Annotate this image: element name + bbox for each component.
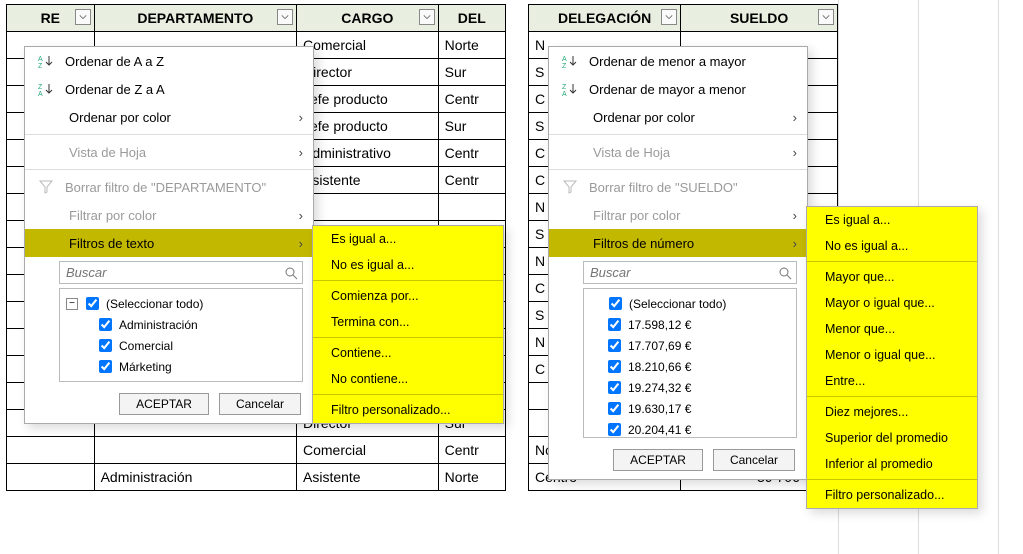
col-header: RE	[41, 10, 60, 26]
filter-custom[interactable]: Filtro personalizado...	[807, 482, 977, 508]
ok-button[interactable]: ACEPTAR	[119, 393, 209, 415]
filter-search[interactable]	[583, 261, 797, 284]
filter-greater-eq[interactable]: Mayor o igual que...	[807, 290, 977, 316]
filter-dropdown-icon[interactable]	[75, 9, 91, 25]
cancel-button[interactable]: Cancelar	[713, 449, 795, 471]
filter-dropdown-icon[interactable]	[661, 9, 677, 25]
filter-equals[interactable]: Es igual a...	[313, 226, 503, 252]
sort-desc[interactable]: ZA Ordenar de mayor a menor	[549, 75, 807, 103]
filter-above-avg[interactable]: Superior del promedio	[807, 425, 977, 451]
search-input[interactable]	[60, 262, 280, 283]
checkbox[interactable]	[99, 360, 112, 373]
clear-filter: Borrar filtro de "SUELDO"	[549, 173, 807, 201]
filter-value-list[interactable]: (Seleccionar todo) 17.598,12 € 17.707,69…	[583, 288, 797, 438]
checkbox[interactable]	[608, 318, 621, 331]
chevron-right-icon: ›	[793, 236, 797, 251]
sheet-view: Vista de Hoja›	[25, 138, 313, 166]
sort-za-icon: ZA	[37, 82, 55, 96]
sort-asc[interactable]: AZ Ordenar de menor a mayor	[549, 47, 807, 75]
search-input[interactable]	[584, 262, 774, 283]
filter-custom[interactable]: Filtro personalizado...	[313, 397, 503, 423]
table-row: AdministraciónAsistenteNorte	[7, 464, 506, 491]
chevron-right-icon: ›	[299, 236, 303, 251]
filter-menu-departamento: AZ Ordenar de A a Z ZA Ordenar de Z a A …	[24, 46, 314, 424]
text-filters[interactable]: Filtros de texto›	[25, 229, 313, 257]
filter-begins-with[interactable]: Comienza por...	[313, 283, 503, 309]
filter-greater[interactable]: Mayor que...	[807, 264, 977, 290]
checkbox[interactable]	[86, 297, 99, 310]
svg-text:Z: Z	[562, 84, 567, 91]
filter-dropdown-icon[interactable]	[419, 9, 435, 25]
filter-menu-sueldo: AZ Ordenar de menor a mayor ZA Ordenar d…	[548, 46, 808, 480]
sort-by-color[interactable]: Ordenar por color›	[25, 103, 313, 131]
col-header: DELEGACIÓN	[558, 10, 651, 26]
svg-text:A: A	[562, 91, 567, 96]
checkbox[interactable]	[608, 360, 621, 373]
checkbox[interactable]	[609, 297, 622, 310]
checkbox[interactable]	[99, 339, 112, 352]
search-icon	[280, 262, 302, 283]
filter-not-contains[interactable]: No contiene...	[313, 366, 503, 392]
filter-below-avg[interactable]: Inferior al promedio	[807, 451, 977, 477]
funnel-clear-icon	[561, 180, 579, 194]
checkbox[interactable]	[99, 318, 112, 331]
filter-top10[interactable]: Diez mejores...	[807, 399, 977, 425]
col-header: DEL	[458, 10, 486, 26]
svg-text:Z: Z	[38, 84, 43, 91]
svg-text:A: A	[38, 91, 43, 96]
sort-asc-icon: AZ	[561, 54, 579, 68]
number-filters[interactable]: Filtros de número›	[549, 229, 807, 257]
filter-less[interactable]: Menor que...	[807, 316, 977, 342]
svg-text:Z: Z	[562, 63, 567, 68]
clear-filter: Borrar filtro de "DEPARTAMENTO"	[25, 173, 313, 201]
filter-not-equals[interactable]: No es igual a...	[313, 252, 503, 278]
filter-by-color: Filtrar por color›	[549, 201, 807, 229]
ok-button[interactable]: ACEPTAR	[613, 449, 703, 471]
filter-search[interactable]	[59, 261, 303, 284]
col-header: SUELDO	[730, 10, 788, 26]
sort-by-color[interactable]: Ordenar por color›	[549, 103, 807, 131]
filter-dropdown-icon[interactable]	[818, 9, 834, 25]
chevron-right-icon: ›	[299, 110, 303, 125]
filter-contains[interactable]: Contiene...	[313, 340, 503, 366]
filter-equals[interactable]: Es igual a...	[807, 207, 977, 233]
svg-text:A: A	[562, 56, 567, 63]
sort-az-icon: AZ	[37, 54, 55, 68]
checkbox[interactable]	[608, 339, 621, 352]
filter-by-color: Filtrar por color›	[25, 201, 313, 229]
filter-dropdown-icon[interactable]	[277, 9, 293, 25]
chevron-right-icon: ›	[793, 110, 797, 125]
checkbox[interactable]	[608, 381, 621, 394]
sort-za[interactable]: ZA Ordenar de Z a A	[25, 75, 313, 103]
filter-value-list[interactable]: −(Seleccionar todo) Administración Comer…	[59, 288, 303, 382]
number-filter-submenu: Es igual a... No es igual a... Mayor que…	[806, 206, 978, 509]
sort-az[interactable]: AZ Ordenar de A a Z	[25, 47, 313, 75]
filter-not-equals[interactable]: No es igual a...	[807, 233, 977, 259]
sort-desc-icon: ZA	[561, 82, 579, 96]
col-header: CARGO	[341, 10, 393, 26]
col-header: DEPARTAMENTO	[137, 10, 253, 26]
sheet-view: Vista de Hoja›	[549, 138, 807, 166]
text-filter-submenu: Es igual a... No es igual a... Comienza …	[312, 225, 504, 424]
filter-between[interactable]: Entre...	[807, 368, 977, 394]
collapse-icon[interactable]: −	[66, 298, 78, 310]
checkbox[interactable]	[608, 423, 621, 436]
table-row: ComercialCentr	[7, 437, 506, 464]
svg-text:Z: Z	[38, 63, 43, 68]
search-icon	[774, 262, 796, 283]
filter-less-eq[interactable]: Menor o igual que...	[807, 342, 977, 368]
cancel-button[interactable]: Cancelar	[219, 393, 301, 415]
filter-ends-with[interactable]: Termina con...	[313, 309, 503, 335]
funnel-clear-icon	[37, 180, 55, 194]
checkbox[interactable]	[608, 402, 621, 415]
svg-text:A: A	[38, 56, 43, 63]
